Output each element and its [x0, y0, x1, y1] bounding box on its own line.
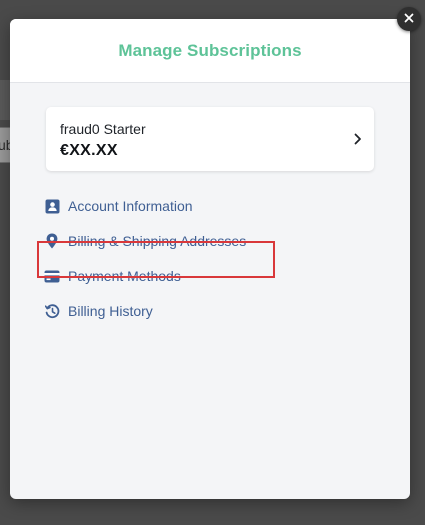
plan-price: €XX.XX: [60, 142, 118, 159]
account-card-icon: [44, 198, 60, 214]
close-button[interactable]: [397, 7, 421, 31]
menu-item-account-information[interactable]: Account Information: [44, 195, 193, 217]
menu-item-label: Account Information: [68, 198, 193, 214]
close-icon: [404, 10, 414, 28]
menu-item-label: Billing History: [68, 303, 153, 319]
modal-title: Manage Subscriptions: [118, 40, 302, 60]
location-pin-icon: [44, 233, 60, 249]
modal-header: Manage Subscriptions: [10, 19, 410, 83]
menu-item-label: Billing & Shipping Addresses: [68, 233, 247, 249]
menu-item-billing-shipping-addresses[interactable]: Billing & Shipping Addresses: [44, 230, 246, 252]
plan-name: fraud0 Starter: [60, 121, 146, 137]
history-icon: [44, 303, 60, 319]
chevron-right-icon: [354, 132, 362, 150]
menu-item-payment-methods[interactable]: Payment Methods: [44, 265, 181, 287]
subscription-card[interactable]: fraud0 Starter €XX.XX: [46, 107, 374, 171]
menu-item-billing-history[interactable]: Billing History: [44, 300, 153, 322]
manage-subscriptions-modal: Manage Subscriptions fraud0 Starter €XX.…: [10, 19, 410, 499]
menu-item-label: Payment Methods: [68, 268, 181, 284]
credit-card-icon: [44, 268, 60, 284]
